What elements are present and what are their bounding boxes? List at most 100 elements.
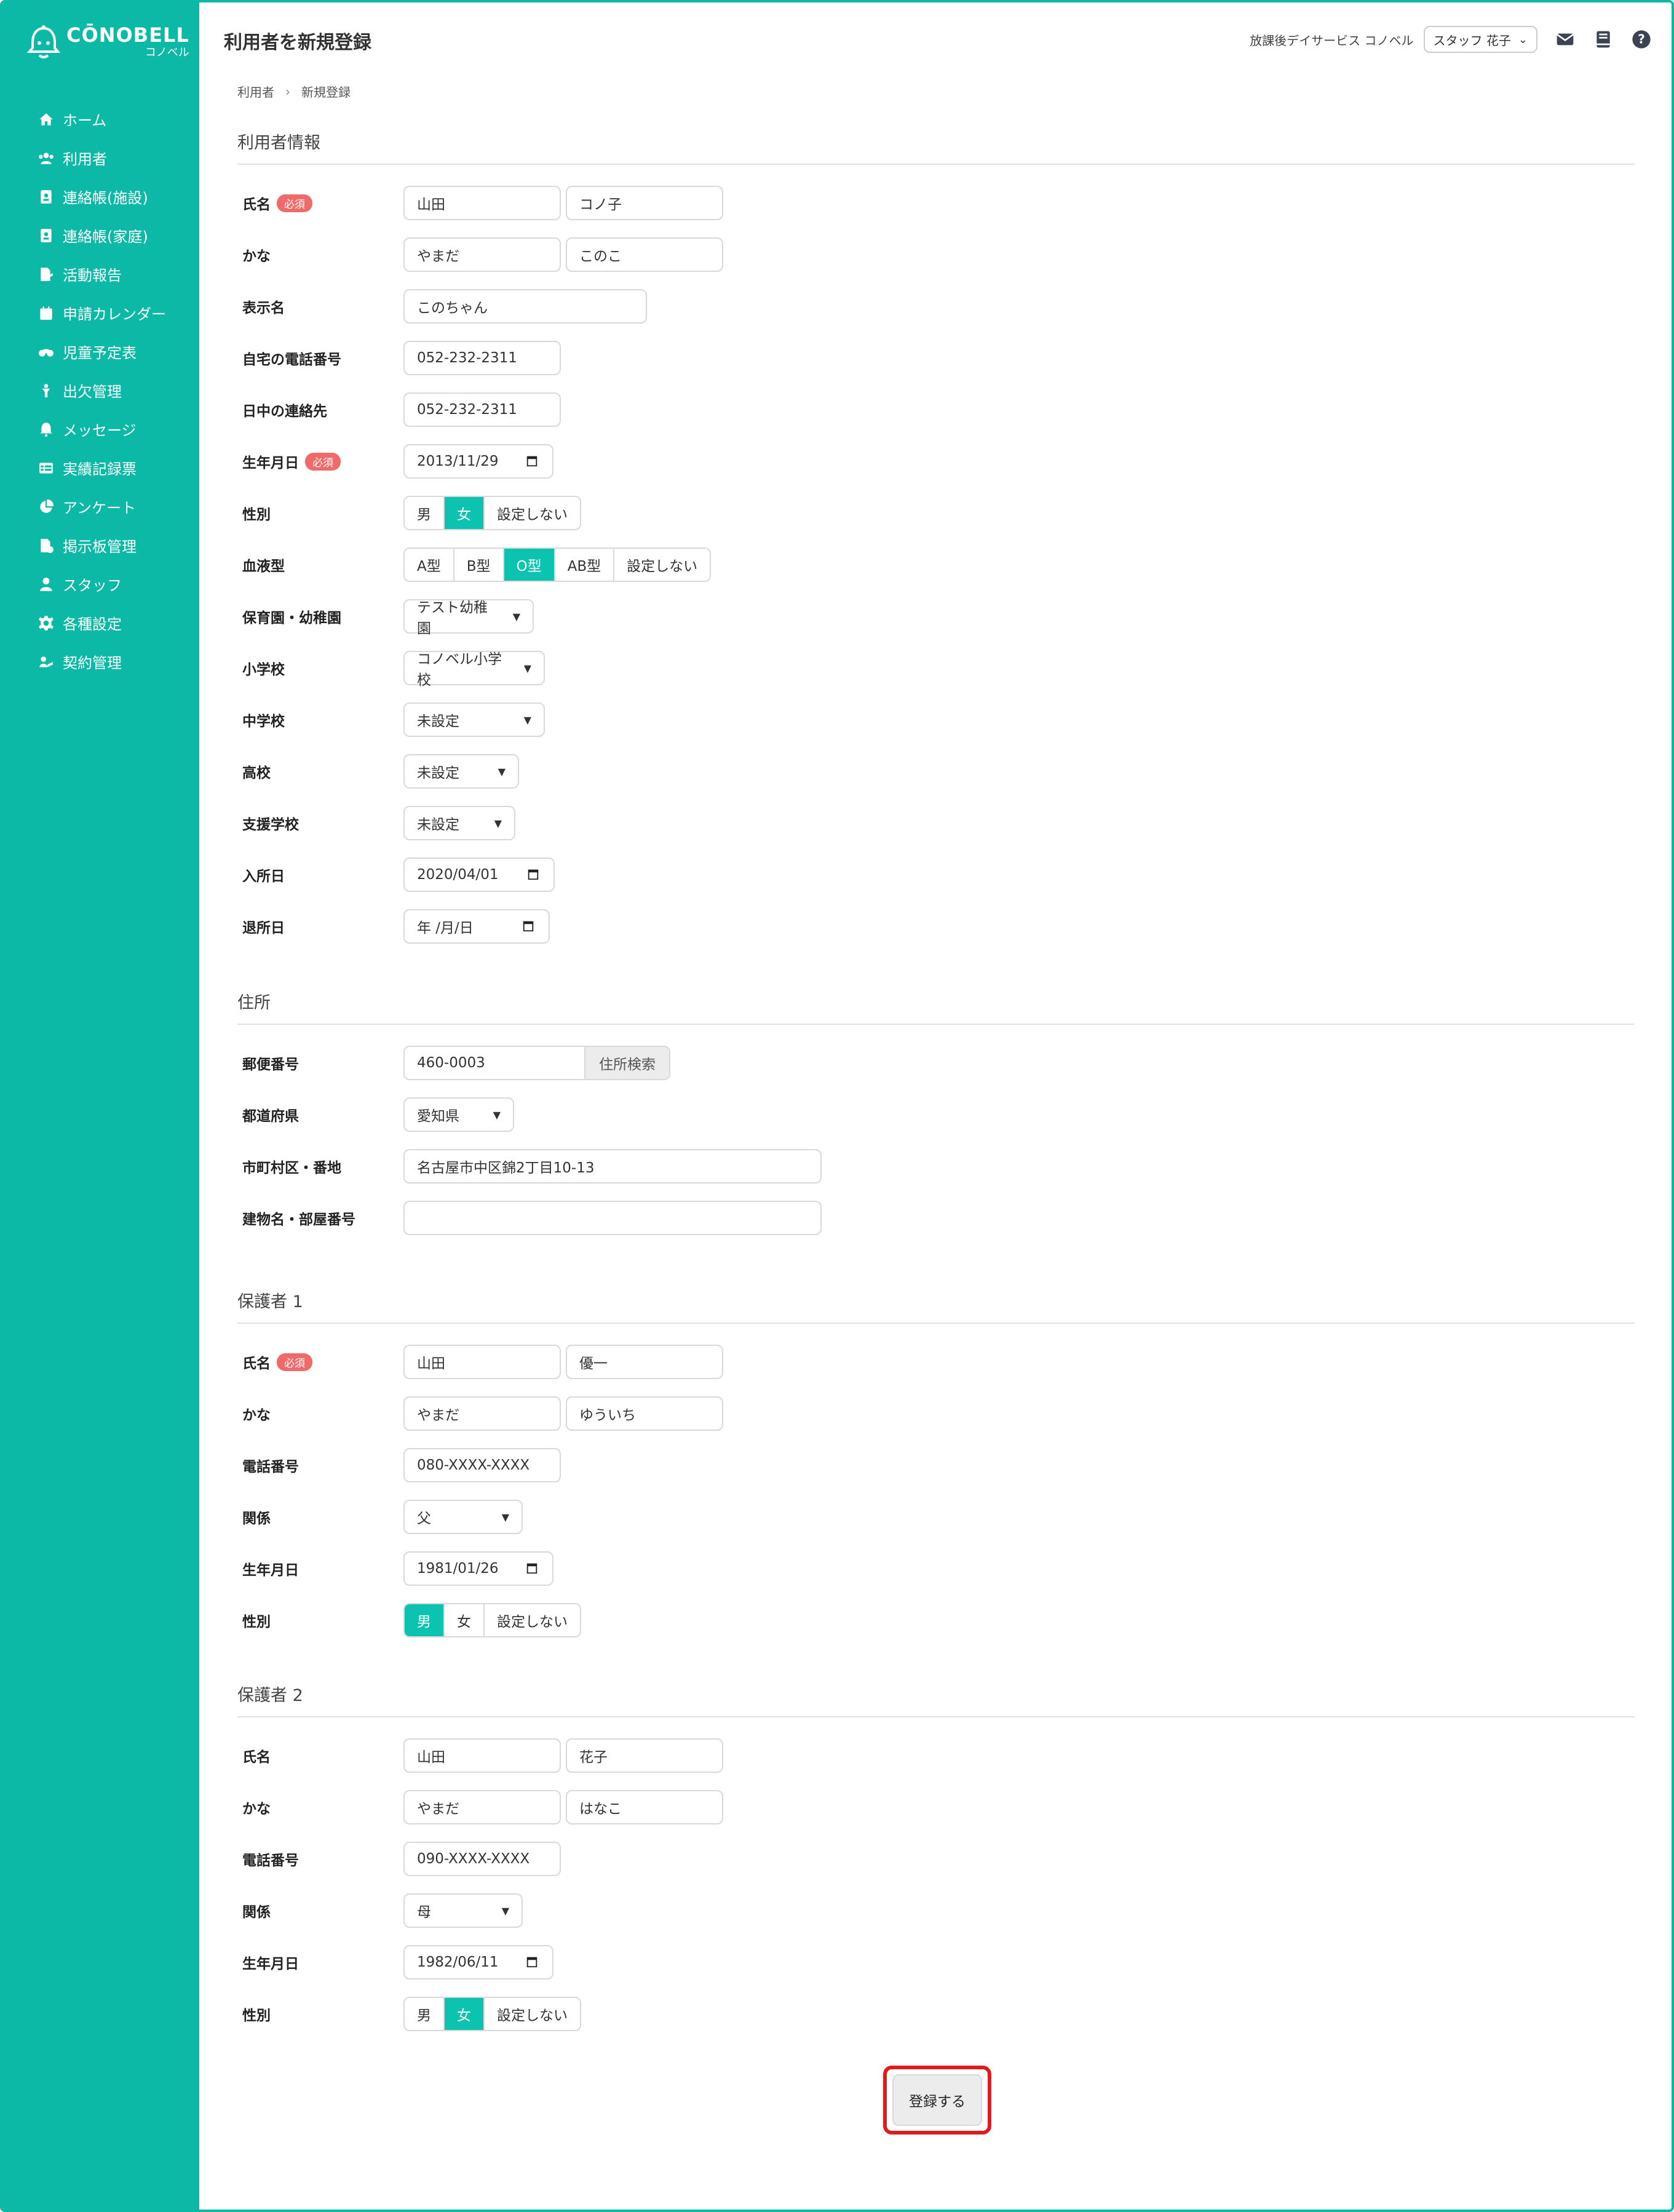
sidebar-item-activity-report[interactable]: 活動報告 [2,255,199,293]
staff-icon [38,576,54,592]
row-display-name: 表示名 このちゃん [242,289,652,324]
display-name-input[interactable]: このちゃん [403,289,647,324]
sidebar-item-message[interactable]: メッセージ [2,410,199,448]
first-kana-input[interactable]: このこ [566,237,723,272]
field-label: かな [242,1801,271,1817]
sidebar-item-contact-facility[interactable]: 連絡帳(施設) [2,177,199,216]
address-search-button[interactable]: 住所検索 [585,1046,670,1080]
sidebar-item-schedule[interactable]: 児童予定表 [2,332,199,371]
home-tel-input[interactable]: 052-232-2311 [403,341,561,375]
sidebar-item-survey[interactable]: アンケート [2,487,199,526]
sidebar-item-label: 活動報告 [63,267,122,284]
last-name-input[interactable]: 山田 [403,186,561,220]
birth-date-input[interactable]: 2013/11/29 [403,444,553,479]
svg-text:?: ? [1638,32,1645,47]
brand-subname: コノベル [145,46,189,59]
section-title: 保護者 1 [237,1292,303,1311]
gender-male[interactable]: 男 [405,1998,445,2030]
sidebar-item-records[interactable]: 実績記録票 [2,448,199,487]
guardian1-tel-input[interactable]: 080-XXXX-XXXX [403,1448,561,1482]
sidebar-item-attendance[interactable]: 出欠管理 [2,371,199,410]
row-support-school: 支援学校 未設定 ▼ [242,806,520,840]
building-input[interactable] [403,1201,822,1235]
gender-male[interactable]: 男 [405,497,445,529]
required-badge: 必須 [277,1353,312,1371]
calendar-icon[interactable] [522,919,536,934]
gender-unset[interactable]: 設定しない [485,497,580,529]
date-value: 1982/06/11 [417,1954,499,1970]
gender-female[interactable]: 女 [445,497,485,529]
select-value: 未設定 [417,765,459,781]
sidebar: CŌNOBELL コノベル ホーム 利用者 連絡帳(施設) 連絡帳(家庭) 活動… [2,2,199,2210]
sidebar-item-contract[interactable]: 契約管理 [2,642,199,681]
brand-name: CŌNOBELL [66,23,189,47]
sidebar-item-settings[interactable]: 各種設定 [2,603,199,642]
guardian2-tel-input[interactable]: 090-XXXX-XXXX [403,1842,561,1876]
register-button[interactable]: 登録する [892,2074,982,2126]
blood-unset[interactable]: 設定しない [614,549,710,581]
sidebar-item-calendar[interactable]: 申請カレンダー [2,293,199,332]
leave-date-input[interactable]: 年 /月/日 [403,909,550,944]
guardian1-last-kana-input[interactable]: やまだ [403,1396,561,1431]
kindergarten-select[interactable]: テスト幼稚園 ▼ [403,599,534,637]
blood-o[interactable]: O型 [504,549,555,581]
breadcrumb-current: 新規登録 [301,85,351,100]
last-kana-input[interactable]: やまだ [403,237,561,272]
guardian2-last-name-input[interactable]: 山田 [403,1738,561,1773]
calendar-icon[interactable] [525,454,540,469]
gender-unset[interactable]: 設定しない [485,1604,580,1636]
guardian2-last-kana-input[interactable]: やまだ [403,1790,561,1824]
guardian1-first-name-input[interactable]: 優一 [566,1345,723,1379]
guardian1-relation-select[interactable]: 父 ▼ [403,1500,523,1534]
sidebar-item-users[interactable]: 利用者 [2,138,199,177]
guardian2-first-kana-input[interactable]: はなこ [566,1790,723,1824]
report-icon [38,266,54,282]
brand-logo[interactable]: CŌNOBELL コノベル [27,25,189,59]
sidebar-item-contact-home[interactable]: 連絡帳(家庭) [2,216,199,255]
calendar-icon[interactable] [525,1955,540,1970]
day-tel-input[interactable]: 052-232-2311 [403,392,561,427]
gender-female[interactable]: 女 [445,1998,485,2030]
calendar-icon[interactable] [526,867,541,882]
junior-select[interactable]: 未設定 ▼ [403,702,545,737]
chevron-right-icon: › [285,84,290,99]
guardian2-first-name-input[interactable]: 花子 [566,1738,723,1773]
page-title: 利用者を新規登録 [224,32,371,54]
row-elementary: 小学校 コノベル小学校 ▼ [242,651,550,688]
sidebar-item-home[interactable]: ホーム [2,100,199,138]
topbar-actions: 放課後デイサービス コノベル スタッフ 花子 ⌄ ? [1250,26,1652,53]
gender-unset[interactable]: 設定しない [485,1998,580,2030]
guardian2-birth-input[interactable]: 1982/06/11 [403,1945,553,1979]
sidebar-item-staff[interactable]: スタッフ [2,565,199,603]
elementary-select[interactable]: コノベル小学校 ▼ [403,651,545,688]
breadcrumb-parent-link[interactable]: 利用者 [237,82,274,100]
manual-book-icon[interactable] [1593,29,1614,50]
gender-female[interactable]: 女 [445,1604,485,1636]
support-school-select[interactable]: 未設定 ▼ [403,806,515,840]
guardian2-relation-select[interactable]: 母 ▼ [403,1893,523,1928]
blood-ab[interactable]: AB型 [555,549,615,581]
zip-input[interactable]: 460-0003 [403,1046,585,1080]
select-value: 母 [417,1904,431,1920]
calendar-icon[interactable] [525,1561,540,1576]
guardian1-first-kana-input[interactable]: ゆういち [566,1396,723,1431]
mail-icon[interactable] [1555,29,1576,50]
field-label: 入所日 [242,869,285,885]
guardian1-birth-input[interactable]: 1981/01/26 [403,1551,553,1586]
guardian1-last-name-input[interactable]: 山田 [403,1345,561,1379]
staff-selector[interactable]: スタッフ 花子 ⌄ [1423,26,1537,53]
caret-down-icon: ▼ [493,1108,501,1121]
board-icon [38,538,54,554]
blood-b[interactable]: B型 [454,549,504,581]
gender-male[interactable]: 男 [405,1604,445,1636]
section-divider [237,1716,1635,1717]
entry-date-input[interactable]: 2020/04/01 [403,857,555,892]
high-school-select[interactable]: 未設定 ▼ [403,754,519,789]
field-label: 氏名 [242,197,271,213]
prefecture-select[interactable]: 愛知県 ▼ [403,1097,514,1132]
sidebar-item-board[interactable]: 掲示板管理 [2,526,199,565]
blood-a[interactable]: A型 [405,549,454,581]
first-name-input[interactable]: コノ子 [566,186,723,220]
city-input[interactable]: 名古屋市中区錦2丁目10-13 [403,1149,822,1184]
help-icon[interactable]: ? [1631,29,1652,50]
